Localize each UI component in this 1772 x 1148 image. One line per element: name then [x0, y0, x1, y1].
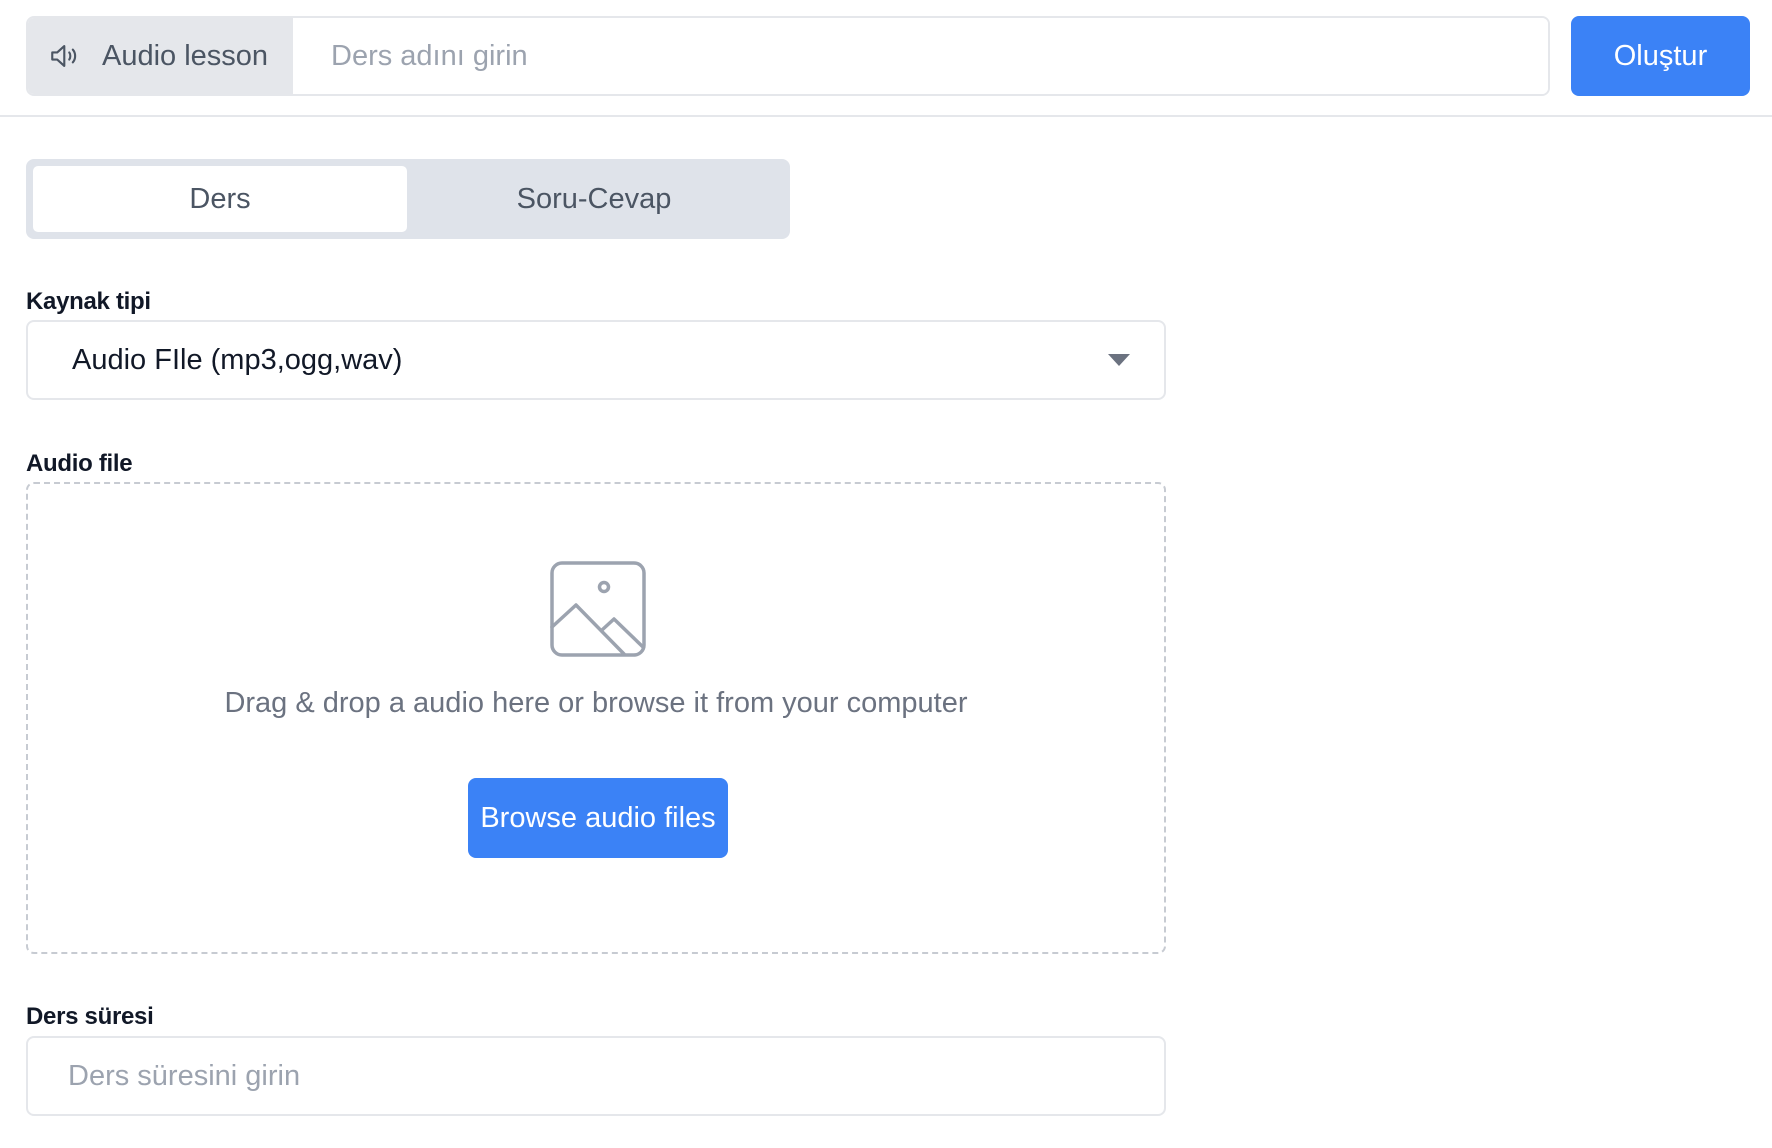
lesson-title-group: Audio lesson [26, 16, 1550, 96]
duration-input[interactable] [26, 1036, 1166, 1116]
source-type-label: Kaynak tipi [26, 288, 151, 315]
tab-soru-cevap[interactable]: Soru-Cevap [407, 166, 781, 232]
chevron-down-icon [1108, 354, 1130, 366]
lesson-name-input[interactable] [293, 18, 1548, 94]
create-button[interactable]: Oluştur [1571, 16, 1750, 96]
tab-ders[interactable]: Ders [33, 166, 407, 232]
lesson-type-addon: Audio lesson [28, 18, 293, 94]
lesson-type-label: Audio lesson [102, 39, 269, 72]
lesson-header: Audio lesson Oluştur [0, 0, 1772, 117]
source-type-value: Audio FIle (mp3,ogg,wav) [72, 343, 403, 376]
lesson-tabs: Ders Soru-Cevap [26, 159, 790, 239]
duration-label: Ders süresi [26, 1003, 154, 1030]
image-icon [550, 561, 646, 657]
speaker-icon [51, 45, 77, 67]
audio-file-label: Audio file [26, 450, 133, 477]
audio-dropzone[interactable]: Drag & drop a audio here or browse it fr… [26, 482, 1166, 954]
browse-audio-button[interactable]: Browse audio files [468, 778, 728, 858]
dropzone-instructions: Drag & drop a audio here or browse it fr… [224, 687, 968, 719]
source-type-select[interactable]: Audio FIle (mp3,ogg,wav) [26, 320, 1166, 400]
